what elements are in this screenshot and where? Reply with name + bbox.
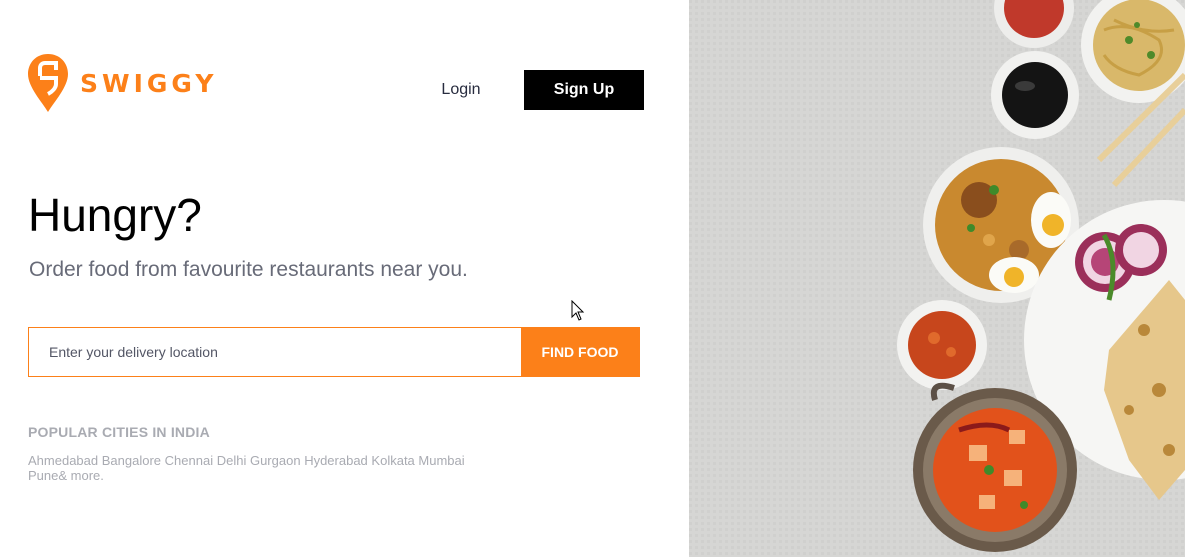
city-link[interactable]: Mumbai xyxy=(418,453,464,468)
city-link[interactable]: Chennai xyxy=(165,453,213,468)
landing-left-panel: SWIGGY Login Sign Up Hungry? Order food … xyxy=(0,0,689,557)
city-link[interactable]: Bangalore xyxy=(102,453,161,468)
swiggy-logo-icon xyxy=(28,54,68,112)
hero-subhead: Order food from favourite restaurants ne… xyxy=(29,258,468,281)
popular-cities-title: POPULAR CITIES IN INDIA xyxy=(28,424,210,440)
food-spread-illustration xyxy=(689,0,1185,557)
login-link[interactable]: Login xyxy=(426,70,496,110)
delivery-location-input[interactable] xyxy=(29,328,521,376)
mouse-cursor-icon xyxy=(571,300,585,321)
city-link[interactable]: Gurgaon xyxy=(250,453,301,468)
signup-button[interactable]: Sign Up xyxy=(524,70,644,110)
city-link[interactable]: Delhi xyxy=(217,453,247,468)
brand-logo[interactable]: SWIGGY xyxy=(28,54,217,112)
hero-headline: Hungry? xyxy=(28,189,202,241)
food-hero-image xyxy=(689,0,1185,557)
more-cities-link[interactable]: & more. xyxy=(58,468,104,483)
city-link[interactable]: Pune xyxy=(28,468,58,483)
city-link[interactable]: Hyderabad xyxy=(304,453,368,468)
popular-cities-list: Ahmedabad Bangalore Chennai Delhi Gurgao… xyxy=(28,453,498,483)
brand-name: SWIGGY xyxy=(80,68,218,98)
city-link[interactable]: Ahmedabad xyxy=(28,453,98,468)
location-search-bar: FIND FOOD xyxy=(28,327,640,377)
city-link[interactable]: Kolkata xyxy=(371,453,414,468)
find-food-button[interactable]: FIND FOOD xyxy=(521,328,639,376)
